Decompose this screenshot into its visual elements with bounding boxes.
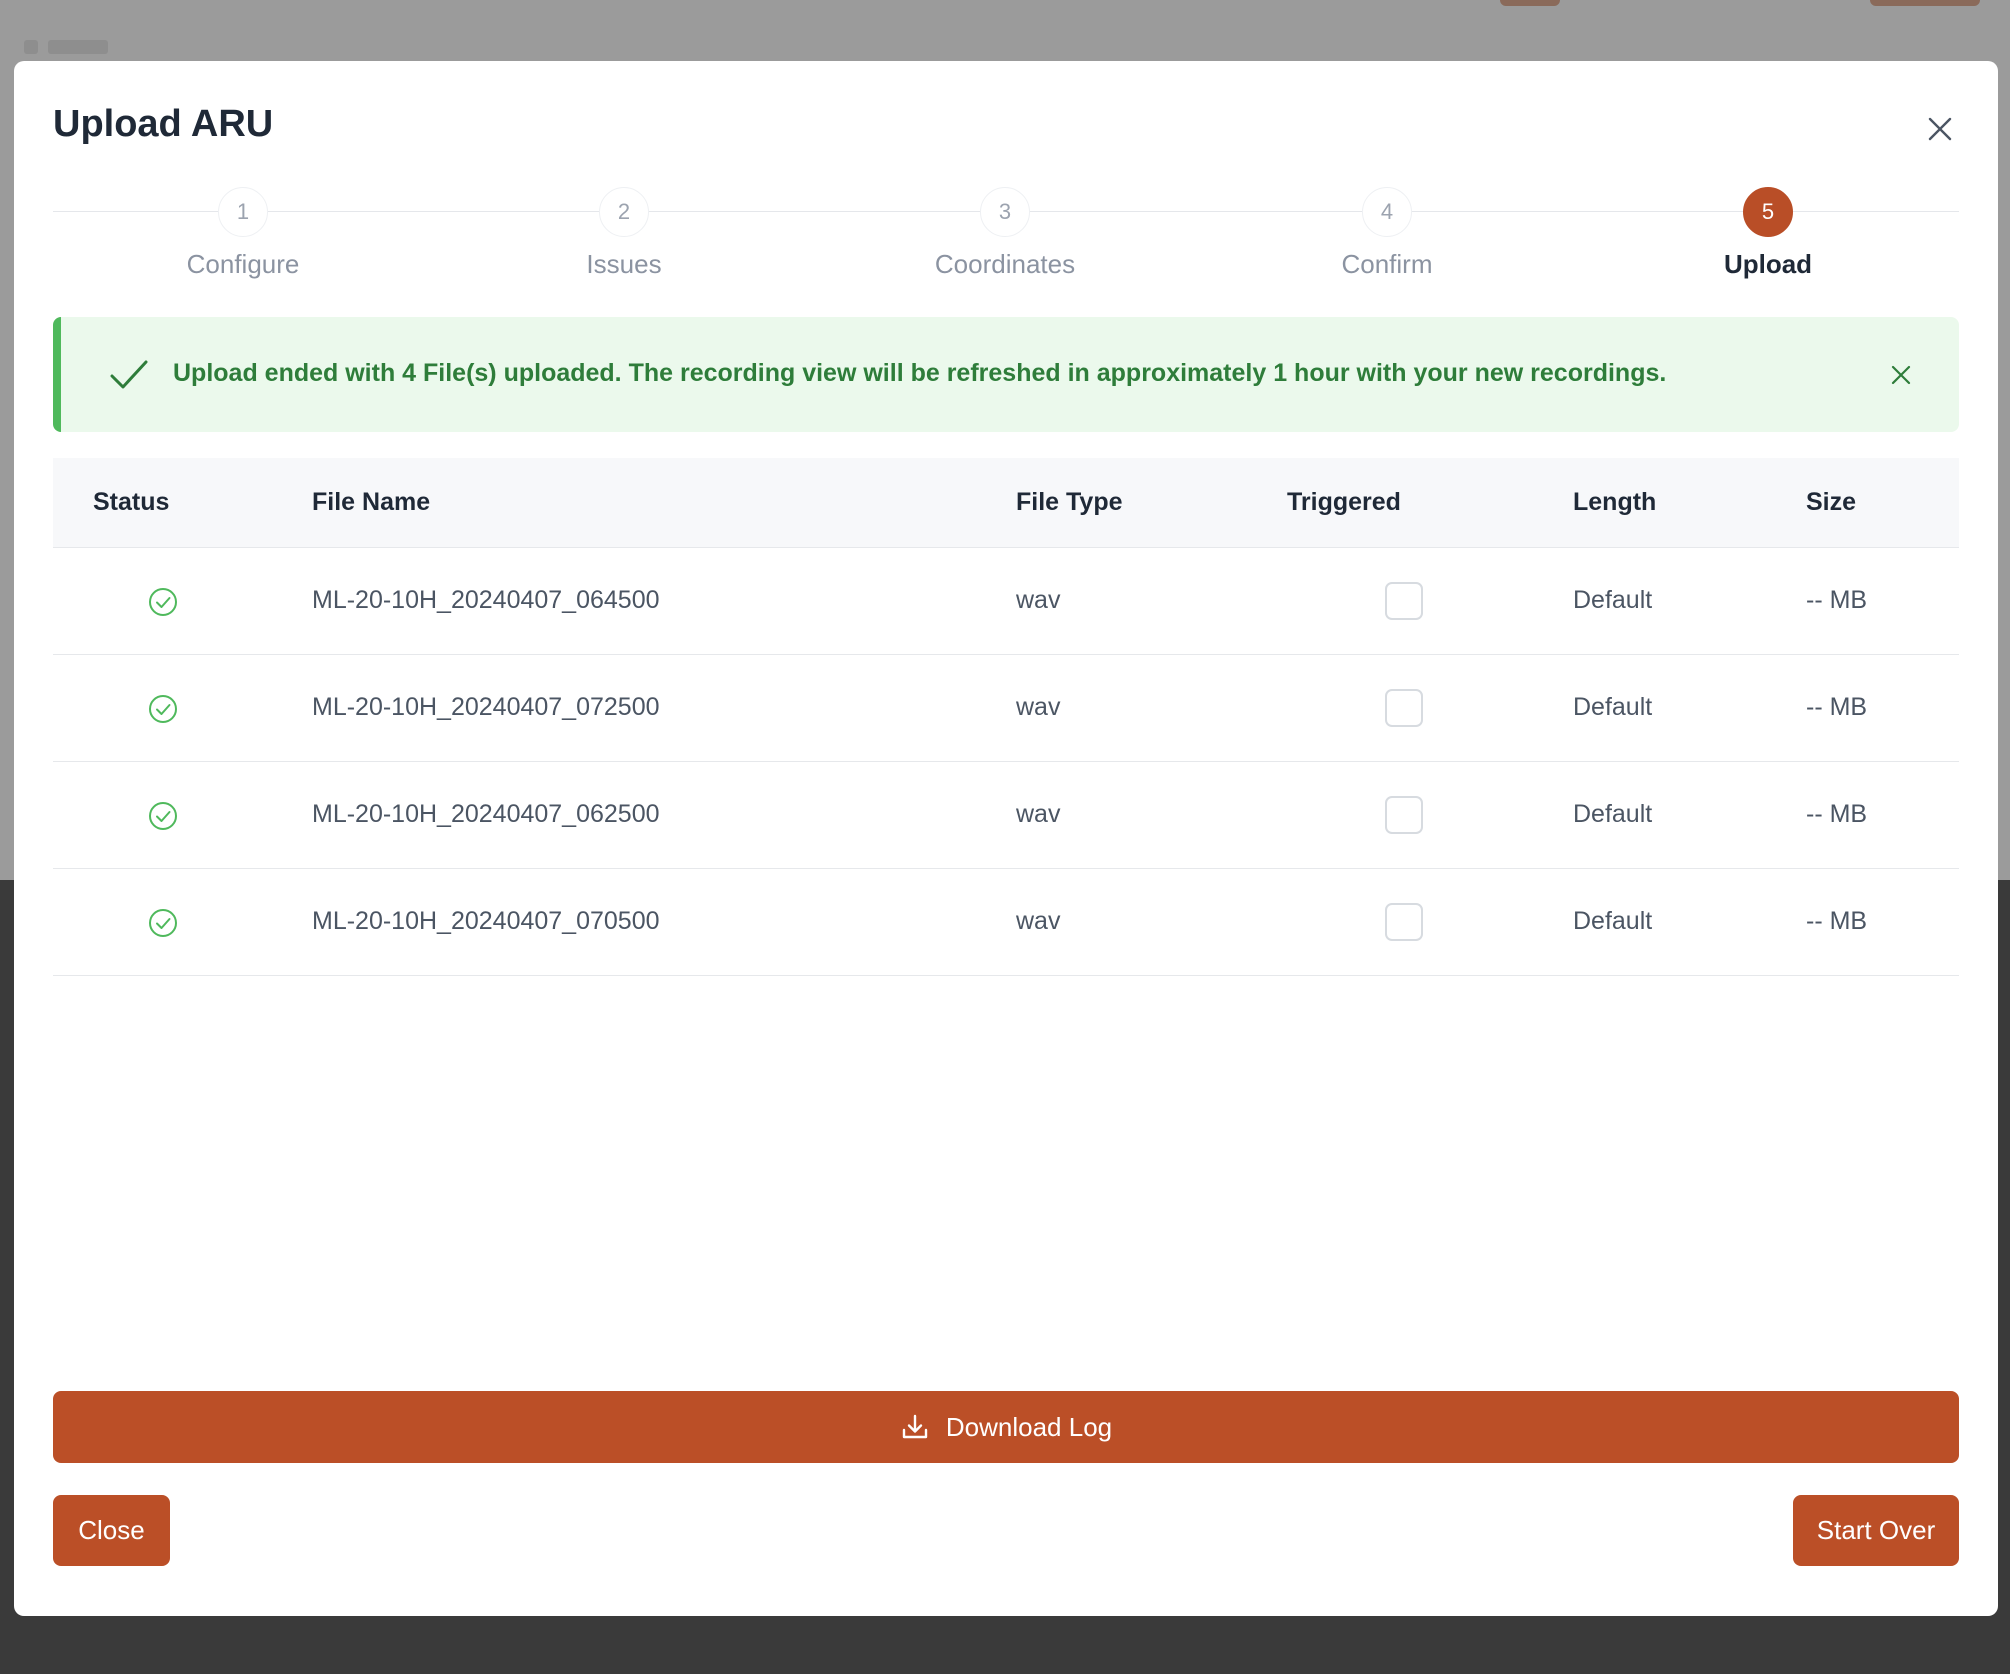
upload-aru-modal: Upload ARU 1 Configure 2 Issues 3 Coordi… bbox=[14, 61, 1998, 1616]
download-icon bbox=[902, 1414, 928, 1439]
length-cell: Default bbox=[1573, 586, 1653, 614]
step-label: Issues bbox=[586, 249, 662, 279]
stepper: 1 Configure 2 Issues 3 Coordinates 4 Con… bbox=[53, 187, 1959, 280]
success-alert: Upload ended with 4 File(s) uploaded. Th… bbox=[53, 317, 1959, 432]
file-name-cell: ML-20-10H_20240407_070500 bbox=[312, 907, 660, 935]
check-icon bbox=[110, 360, 148, 389]
step-number: 2 bbox=[599, 187, 649, 237]
background-element bbox=[1500, 0, 1560, 6]
check-circle-icon bbox=[149, 588, 177, 616]
modal-title: Upload ARU bbox=[53, 103, 274, 145]
length-cell: Default bbox=[1573, 800, 1653, 828]
start-over-button[interactable]: Start Over bbox=[1793, 1495, 1959, 1566]
step-issues: 2 Issues bbox=[504, 187, 744, 280]
step-configure: 1 Configure bbox=[123, 187, 363, 280]
table-row: ML-20-10H_20240407_070500 wav Default --… bbox=[53, 869, 1959, 976]
length-cell: Default bbox=[1573, 907, 1653, 935]
size-cell: -- MB bbox=[1806, 693, 1868, 721]
table-row: ML-20-10H_20240407_064500 wav Default --… bbox=[53, 548, 1959, 655]
file-name-cell: ML-20-10H_20240407_062500 bbox=[312, 800, 660, 828]
check-circle-icon bbox=[149, 695, 177, 723]
step-label: Confirm bbox=[1341, 249, 1433, 279]
file-type-cell: wav bbox=[1016, 800, 1061, 828]
size-cell: -- MB bbox=[1806, 800, 1868, 828]
column-header-triggered: Triggered bbox=[1287, 488, 1401, 516]
step-upload: 5 Upload bbox=[1648, 187, 1888, 280]
column-header-status: Status bbox=[93, 488, 170, 516]
modal-close-button[interactable] bbox=[1918, 107, 1962, 151]
download-log-button[interactable]: Download Log bbox=[53, 1391, 1959, 1463]
triggered-checkbox[interactable] bbox=[1385, 903, 1423, 941]
check-circle-icon bbox=[149, 802, 177, 830]
file-name-cell: ML-20-10H_20240407_072500 bbox=[312, 693, 660, 721]
column-header-file-name: File Name bbox=[312, 488, 431, 516]
background-element bbox=[1870, 0, 1980, 6]
step-label: Configure bbox=[186, 249, 300, 279]
alert-message: Upload ended with 4 File(s) uploaded. Th… bbox=[173, 359, 1667, 387]
step-number: 1 bbox=[218, 187, 268, 237]
close-icon bbox=[1928, 117, 1952, 141]
file-type-cell: wav bbox=[1016, 693, 1061, 721]
close-icon bbox=[1891, 365, 1911, 385]
file-type-cell: wav bbox=[1016, 586, 1061, 614]
column-header-length: Length bbox=[1573, 488, 1657, 516]
check-circle-icon bbox=[149, 909, 177, 937]
length-cell: Default bbox=[1573, 693, 1653, 721]
triggered-checkbox[interactable] bbox=[1385, 582, 1423, 620]
files-table: Status File Name File Type Triggered Len… bbox=[53, 458, 1959, 976]
step-label: Coordinates bbox=[934, 249, 1076, 279]
file-type-cell: wav bbox=[1016, 907, 1061, 935]
step-coordinates: 3 Coordinates bbox=[885, 187, 1125, 280]
step-number: 3 bbox=[980, 187, 1030, 237]
table-row: ML-20-10H_20240407_062500 wav Default --… bbox=[53, 762, 1959, 869]
step-label: Upload bbox=[1723, 249, 1813, 279]
background-breadcrumb bbox=[24, 38, 134, 56]
table-row: ML-20-10H_20240407_072500 wav Default --… bbox=[53, 655, 1959, 762]
file-name-cell: ML-20-10H_20240407_064500 bbox=[312, 586, 660, 614]
download-log-label: Download Log bbox=[945, 1411, 1113, 1442]
column-header-size: Size bbox=[1806, 488, 1857, 516]
triggered-checkbox[interactable] bbox=[1385, 689, 1423, 727]
size-cell: -- MB bbox=[1806, 907, 1868, 935]
step-number: 4 bbox=[1362, 187, 1412, 237]
step-confirm: 4 Confirm bbox=[1267, 187, 1507, 280]
close-button[interactable]: Close bbox=[53, 1495, 170, 1566]
size-cell: -- MB bbox=[1806, 586, 1868, 614]
alert-dismiss-button[interactable] bbox=[1883, 357, 1919, 393]
step-number: 5 bbox=[1743, 187, 1793, 237]
column-header-file-type: File Type bbox=[1016, 488, 1123, 516]
triggered-checkbox[interactable] bbox=[1385, 796, 1423, 834]
table-header: Status File Name File Type Triggered Len… bbox=[53, 458, 1959, 548]
